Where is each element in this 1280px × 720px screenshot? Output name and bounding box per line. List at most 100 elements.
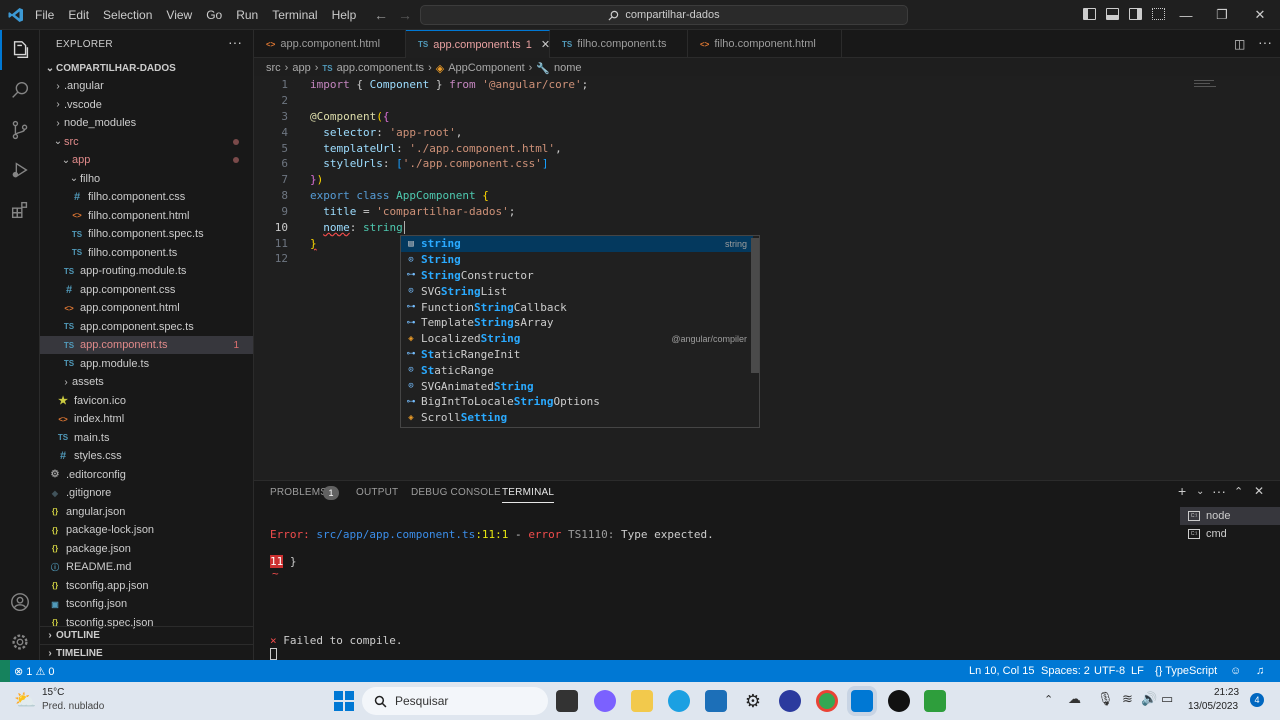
toggle-panel-icon[interactable] (1106, 8, 1119, 20)
manage-gear-icon[interactable] (0, 622, 40, 662)
suggestion-item[interactable]: ⊶ Function String Callback (401, 299, 753, 315)
close-panel-icon[interactable]: ✕ (1254, 484, 1264, 498)
tab-filho-component-html[interactable]: <> filho.component.html (688, 30, 842, 58)
app-icon[interactable] (779, 690, 801, 712)
clock-date[interactable]: 13/05/2023 (1188, 701, 1238, 712)
tree-item-editorconfig[interactable]: ⚙ .editorconfig (40, 466, 253, 484)
toggle-sidebar-icon[interactable] (1083, 8, 1096, 20)
cursor-position[interactable]: Ln 10, Col 15 (969, 660, 1034, 682)
terminal-item-cmd[interactable]: C:\ cmd (1180, 525, 1280, 543)
tree-item-filho-ts[interactable]: TS filho.component.ts (40, 244, 253, 262)
minimize-icon[interactable]: — (1166, 0, 1206, 30)
suggestion-item[interactable]: ▤ string string (401, 236, 753, 252)
suggestion-item[interactable]: ◈ Scroll Setting (401, 410, 753, 426)
source-control-icon[interactable] (0, 110, 40, 150)
volume-icon[interactable]: 🔊 (1141, 691, 1157, 707)
settings-gear-icon[interactable]: ⚙ (742, 690, 764, 712)
indentation-status[interactable]: Spaces: 2 (1041, 660, 1090, 682)
tree-item-vscode[interactable]: › .vscode (40, 96, 253, 114)
obs-icon[interactable] (888, 690, 910, 712)
suggestion-item[interactable]: ◈ Localized String @angular/compiler (401, 331, 753, 347)
tree-item-app-ts[interactable]: TS app.component.ts 1 (40, 336, 253, 354)
breadcrumb-file[interactable]: app.component.ts (337, 62, 424, 74)
breadcrumb-property[interactable]: nome (554, 62, 582, 74)
tree-item-assets[interactable]: › assets (40, 373, 253, 391)
menu-terminal[interactable]: Terminal (265, 8, 324, 22)
cloud-icon[interactable]: ☁ (1068, 691, 1081, 707)
eol-status[interactable]: LF (1131, 660, 1144, 682)
tab-problems[interactable]: PROBLEMS (270, 487, 327, 498)
tree-item-package-json[interactable]: {} package.json (40, 540, 253, 558)
notification-badge[interactable]: 4 (1250, 693, 1264, 707)
language-mode[interactable]: {} TypeScript (1155, 660, 1217, 682)
suggestion-item[interactable]: ⊶ St aticRangeInit (401, 347, 753, 363)
tree-item-filho-spec[interactable]: TS filho.component.spec.ts (40, 225, 253, 243)
menu-help[interactable]: Help (325, 8, 364, 22)
tree-item-app-css[interactable]: # app.component.css (40, 281, 253, 299)
tree-item-app-html[interactable]: <> app.component.html (40, 299, 253, 317)
more-actions-icon[interactable]: ··· (228, 34, 242, 50)
tree-item-src[interactable]: ⌄ src (40, 133, 253, 151)
tree-item-readme[interactable]: ⓘ README.md (40, 558, 253, 576)
tree-item-node-modules[interactable]: › node_modules (40, 114, 253, 132)
tree-item-filho-html[interactable]: <> filho.component.html (40, 207, 253, 225)
battery-icon[interactable]: ▭ (1161, 691, 1173, 707)
suggestion-item[interactable]: ⊶ String Constructor (401, 268, 753, 284)
editor-more-icon[interactable]: ··· (1258, 34, 1272, 50)
tree-item-app-module[interactable]: TS app.module.ts (40, 355, 253, 373)
maximize-icon[interactable]: ❐ (1202, 0, 1242, 30)
tree-item-app[interactable]: ⌄ app (40, 151, 253, 169)
tree-item-app-spec[interactable]: TS app.component.spec.ts (40, 318, 253, 336)
chevron-down-icon[interactable]: ⌄ (1196, 486, 1204, 497)
split-editor-icon[interactable]: ◫ (1234, 37, 1245, 51)
extensions-icon[interactable] (0, 190, 40, 230)
suggestion-scrollbar[interactable] (751, 238, 759, 373)
customize-layout-icon[interactable] (1152, 8, 1165, 20)
suggestion-item[interactable]: ⊶ Template String sArray (401, 315, 753, 331)
tree-item-angular-json[interactable]: {} angular.json (40, 503, 253, 521)
menu-edit[interactable]: Edit (61, 8, 96, 22)
menu-view[interactable]: View (159, 8, 199, 22)
menu-go[interactable]: Go (199, 8, 229, 22)
tree-item-gitignore[interactable]: ◆ .gitignore (40, 484, 253, 502)
tree-item-tsconfig[interactable]: ▣ tsconfig.json (40, 595, 253, 613)
explorer-icon[interactable] (0, 30, 40, 70)
task-view-icon[interactable] (556, 690, 578, 712)
outline-section[interactable]: › OUTLINE (40, 626, 253, 644)
problems-status[interactable]: ⊗ 1 ⚠ 0 (14, 660, 54, 682)
chevron-up-icon[interactable]: ⌃ (1044, 693, 1053, 706)
suggestion-item[interactable]: ⊙ String (401, 252, 753, 268)
feedback-icon[interactable]: ☺ (1230, 660, 1241, 682)
back-arrow-icon[interactable]: ← (374, 7, 388, 23)
tree-item-angular[interactable]: › .angular (40, 77, 253, 95)
tree-item-filho[interactable]: ⌄ filho (40, 170, 253, 188)
accounts-icon[interactable] (0, 582, 40, 622)
tab-filho-component-ts[interactable]: TS filho.component.ts (550, 30, 688, 58)
clock-time[interactable]: 21:23 (1214, 687, 1239, 698)
breadcrumb-class[interactable]: AppComponent (448, 62, 524, 74)
tab-terminal[interactable]: TERMINAL (502, 487, 555, 503)
notifications-bell-icon[interactable]: ♫ (1256, 660, 1264, 682)
toggle-secondary-sidebar-icon[interactable] (1129, 8, 1142, 20)
breadcrumb-app[interactable]: app (292, 62, 310, 74)
teams-chat-icon[interactable] (594, 690, 616, 712)
maximize-panel-icon[interactable]: ⌃ (1234, 485, 1243, 498)
suggestion-item[interactable]: ⊙ SVGAnimated String (401, 378, 753, 394)
tree-item-main-ts[interactable]: TS main.ts (40, 429, 253, 447)
tree-item-index-html[interactable]: <> index.html (40, 410, 253, 428)
microphone-icon[interactable]: 🎙 (1097, 691, 1114, 707)
explorer-root-folder[interactable]: ⌄ COMPARTILHAR-DADOS (40, 59, 253, 77)
minimap[interactable] (1194, 78, 1218, 92)
edge-browser-icon[interactable] (668, 690, 690, 712)
node-icon[interactable] (924, 690, 946, 712)
new-terminal-icon[interactable]: + (1178, 483, 1186, 499)
tab-app-component-ts[interactable]: TS app.component.ts 1 ✕ (406, 30, 550, 58)
tab-output[interactable]: OUTPUT (356, 487, 398, 498)
tree-item-routing[interactable]: TS app-routing.module.ts (40, 262, 253, 280)
tree-item-favicon[interactable]: ★ favicon.ico (40, 392, 253, 410)
suggestion-item[interactable]: ⊶ BigIntToLocale String Options (401, 394, 753, 410)
tab-app-component-html[interactable]: <> app.component.html (254, 30, 406, 58)
close-window-icon[interactable]: ✕ (1240, 0, 1280, 30)
tree-item-filho-css[interactable]: # filho.component.css (40, 188, 253, 206)
menu-selection[interactable]: Selection (96, 8, 159, 22)
